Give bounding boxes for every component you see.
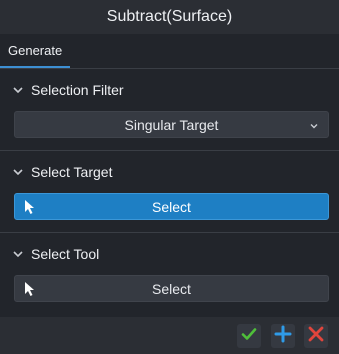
tab-bar: Generate [0,34,339,69]
select-target-label: Select [152,198,191,215]
check-icon [240,325,258,348]
confirm-button[interactable] [237,324,261,348]
add-button[interactable] [271,324,295,348]
plus-icon [274,325,292,348]
cursor-arrow-icon [24,199,36,215]
dialog-title-bar: Subtract(Surface) [0,0,339,34]
chevron-down-icon [10,164,26,180]
selection-filter-dropdown[interactable]: Singular Target [14,111,329,138]
section-select-tool: Select Tool Select [0,239,339,307]
select-tool-label: Select [152,280,191,297]
chevron-down-icon [308,119,320,131]
section-selection-filter: Selection Filter Singular Target [0,75,339,143]
dialog-title: Subtract(Surface) [106,8,233,25]
chevron-down-icon [10,82,26,98]
x-icon [307,325,325,348]
section-header-select-tool[interactable]: Select Tool [0,239,339,269]
dropdown-value: Singular Target [124,116,219,133]
cursor-arrow-icon [24,281,36,297]
dialog-footer [0,317,339,354]
section-header-selection-filter[interactable]: Selection Filter [0,75,339,105]
select-target-button[interactable]: Select [14,193,329,220]
cancel-button[interactable] [304,324,328,348]
section-divider [0,232,339,233]
section-header-select-target[interactable]: Select Target [0,157,339,187]
section-title: Select Target [31,164,113,180]
tab-generate[interactable]: Generate [0,34,71,68]
section-title: Select Tool [31,246,100,262]
select-tool-button[interactable]: Select [14,275,329,302]
tab-generate-label: Generate [8,42,63,58]
section-title: Selection Filter [31,82,124,98]
section-divider [0,150,339,151]
chevron-down-icon [10,246,26,262]
section-select-target: Select Target Select [0,157,339,225]
